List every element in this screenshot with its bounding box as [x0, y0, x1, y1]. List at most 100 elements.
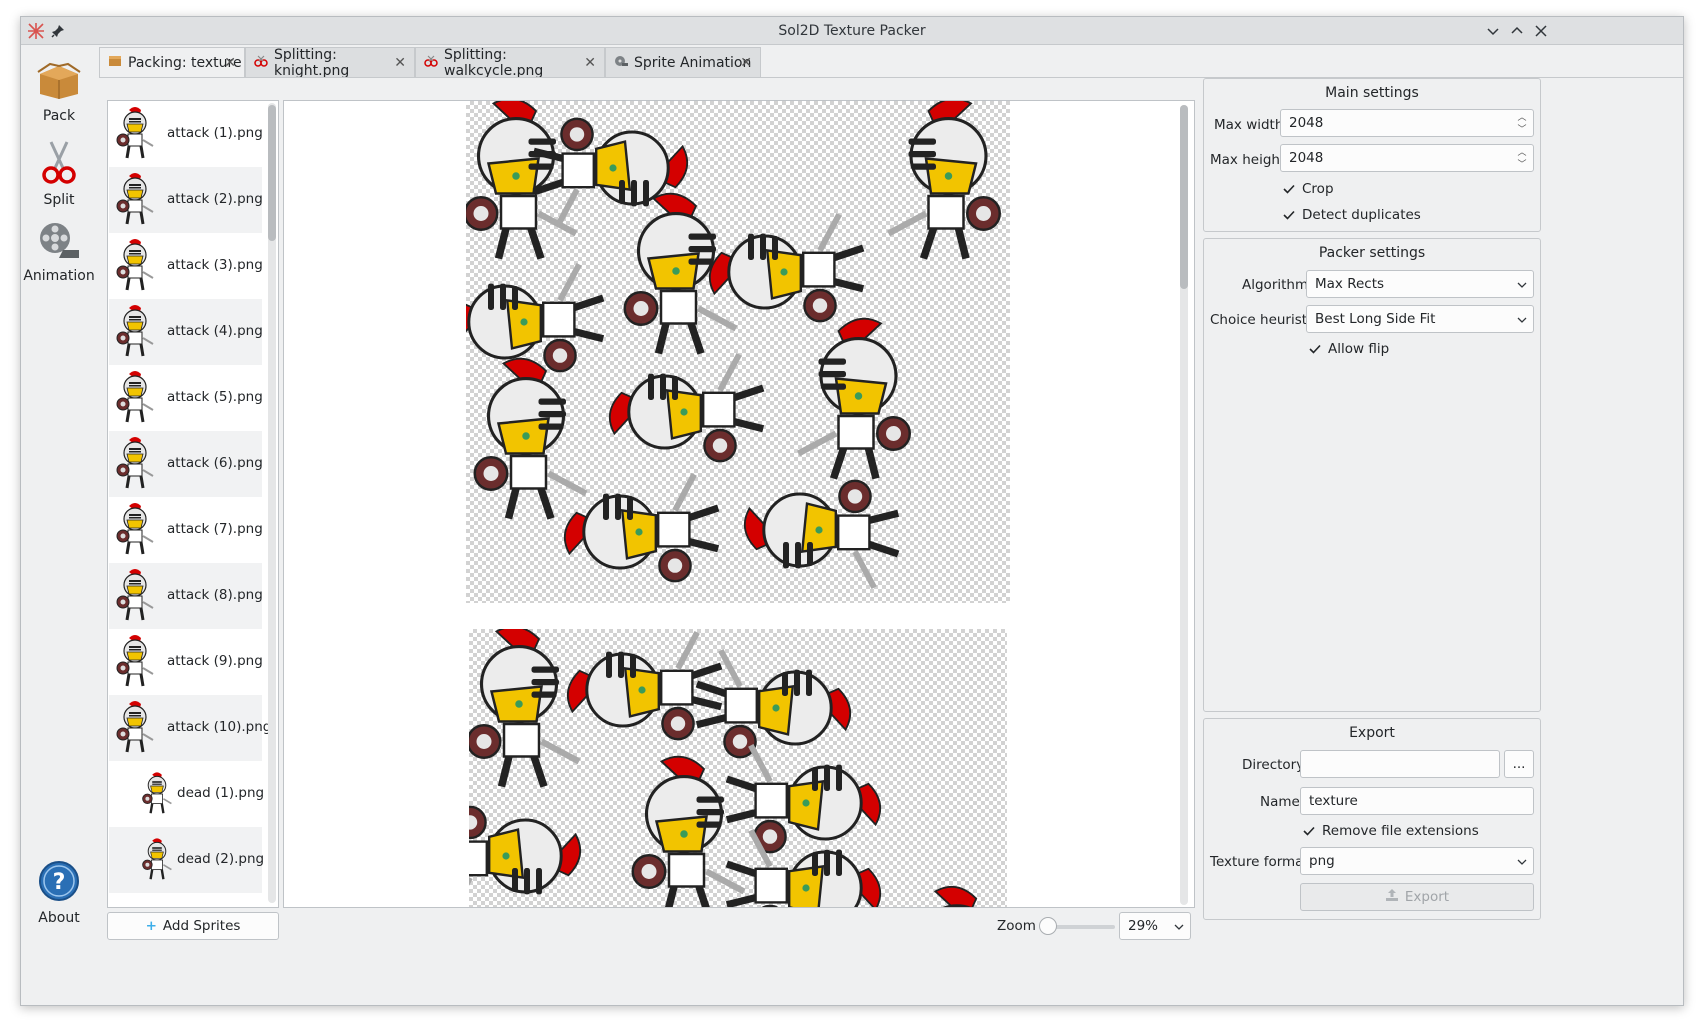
sprite-name: attack (7).png — [167, 521, 263, 537]
close-window-button[interactable] — [1531, 21, 1551, 41]
close-tab-icon[interactable]: ✕ — [224, 55, 236, 71]
plus-icon: + — [145, 918, 157, 934]
sidebar-item-split[interactable]: Split — [25, 134, 93, 214]
list-item[interactable]: attack (2).png — [109, 167, 263, 233]
preview-scrollbar[interactable] — [1180, 105, 1188, 905]
tab-sprite-animation[interactable]: Sprite Animation ✕ — [605, 47, 761, 78]
sidebar-item-about[interactable]: ? About — [25, 854, 93, 934]
tab-bar: Packing: texture ✕ Splitting: knight.png… — [99, 47, 1683, 79]
chevron-down-icon — [1517, 311, 1527, 327]
sprite-name: attack (4).png — [167, 323, 263, 339]
sprite-sheet-image — [469, 629, 1007, 908]
maximize-button[interactable] — [1507, 21, 1527, 41]
checkmark-icon — [1302, 824, 1316, 838]
packed-sprite — [727, 830, 880, 908]
zoom-select[interactable]: 29% — [1119, 912, 1191, 940]
tab-split-walkcycle[interactable]: Splitting: walkcycle.png ✕ — [415, 47, 605, 79]
list-item[interactable]: attack (1).png — [109, 101, 263, 167]
close-tab-icon[interactable]: ✕ — [584, 55, 596, 71]
sidebar: Pack Split Animation ? About — [21, 46, 97, 1006]
sprite-sheet-image — [466, 101, 1010, 603]
crop-label: Crop — [1302, 181, 1334, 197]
checkmark-icon — [1282, 182, 1296, 196]
choice-heuristic-value: Best Long Side Fit — [1315, 311, 1436, 327]
sprite-name: attack (10).png — [167, 719, 272, 735]
list-item[interactable]: attack (6).png — [109, 431, 263, 497]
knight-thumbnail — [115, 435, 155, 492]
sprite-name: attack (6).png — [167, 455, 263, 471]
sprite-name: attack (8).png — [167, 587, 263, 603]
remove-file-extensions-checkbox[interactable]: Remove file extensions — [1302, 823, 1479, 839]
main-settings-group: Main settings Max width 2048 ︿ ﹀ Max heig… — [1203, 78, 1541, 232]
export-group: Export Directory ... Name texture Remove… — [1203, 718, 1541, 920]
spin-arrows-icon[interactable]: ︿ ﹀ — [1515, 112, 1529, 136]
packing-panel: attack (1).png attack (2).png attack (3)… — [99, 77, 1683, 1005]
sprite-list: attack (1).png attack (2).png attack (3)… — [107, 100, 279, 908]
packed-sprite — [469, 807, 580, 908]
window-title: Sol2D Texture Packer — [778, 23, 926, 39]
sprite-name: dead (1).png — [177, 785, 265, 801]
group-title: Main settings — [1325, 85, 1419, 101]
list-item[interactable]: attack (10).png — [109, 695, 271, 761]
texture-format-value: png — [1309, 853, 1335, 869]
packed-sprite — [745, 481, 898, 588]
list-item[interactable]: dead (1).png — [109, 761, 265, 827]
list-item[interactable]: attack (8).png — [109, 563, 263, 629]
knight-thumbnail — [115, 699, 155, 756]
chevron-down-icon — [1174, 918, 1184, 934]
packed-sprite — [469, 629, 579, 787]
list-item[interactable]: attack (4).png — [109, 299, 263, 365]
scrollbar-thumb[interactable] — [268, 105, 276, 241]
knight-thumbnail — [115, 369, 155, 426]
texture-preview[interactable] — [283, 100, 1195, 908]
close-tab-icon[interactable]: ✕ — [394, 55, 406, 71]
max-height-label: Max height — [1210, 152, 1286, 168]
remove-file-extensions-label: Remove file extensions — [1322, 823, 1479, 839]
name-input[interactable]: texture — [1300, 787, 1534, 815]
tab-packing[interactable]: Packing: texture ✕ — [99, 47, 245, 78]
crop-checkbox[interactable]: Crop — [1282, 181, 1334, 197]
list-item[interactable]: attack (9).png — [109, 629, 263, 695]
texture-format-select[interactable]: png — [1300, 847, 1534, 875]
allow-flip-checkbox[interactable]: Allow flip — [1308, 341, 1389, 357]
detect-duplicates-checkbox[interactable]: Detect duplicates — [1282, 207, 1421, 223]
algorithm-select[interactable]: Max Rects — [1306, 270, 1534, 298]
packed-sprite — [610, 354, 763, 461]
directory-input[interactable] — [1300, 750, 1500, 778]
sidebar-item-animation[interactable]: Animation — [23, 214, 95, 294]
zoom-slider-handle[interactable] — [1039, 917, 1057, 935]
list-item[interactable]: attack (3).png — [109, 233, 263, 299]
package-icon — [108, 55, 122, 71]
packed-sprite — [889, 101, 1000, 259]
knight-thumbnail — [115, 501, 155, 558]
choice-heuristic-select[interactable]: Best Long Side Fit — [1306, 305, 1534, 333]
texture-page-1 — [466, 101, 1010, 603]
app-window: Sol2D Texture Packer Pack Split Animatio… — [20, 16, 1684, 1006]
packer-settings-group: Packer settings Algorithm Max Rects Choi… — [1203, 238, 1541, 712]
sprite-list-scrollbar[interactable] — [268, 103, 276, 903]
chevron-down-icon — [1517, 276, 1527, 292]
max-width-spinbox[interactable]: 2048 ︿ ﹀ — [1280, 109, 1534, 137]
texture-page-2 — [469, 629, 1007, 908]
list-item[interactable]: dead (2).png — [109, 827, 264, 893]
scrollbar-thumb[interactable] — [1180, 105, 1188, 289]
spin-arrows-icon[interactable]: ︿ ﹀ — [1515, 147, 1529, 171]
tab-split-knight[interactable]: Splitting: knight.png ✕ — [245, 47, 415, 79]
add-sprites-button[interactable]: + Add Sprites — [107, 912, 279, 940]
tab-label: Sprite Animation — [634, 55, 752, 71]
max-height-spinbox[interactable]: 2048 ︿ ﹀ — [1280, 144, 1534, 172]
minimize-button[interactable] — [1483, 21, 1503, 41]
package-icon — [36, 60, 82, 104]
close-tab-icon[interactable]: ✕ — [740, 55, 752, 71]
film-reel-icon — [614, 55, 628, 71]
packed-sprite — [565, 474, 718, 581]
chevron-down-icon — [1517, 853, 1527, 869]
list-item[interactable]: attack (7).png — [109, 497, 263, 563]
sprite-name: attack (2).png — [167, 191, 263, 207]
knight-thumbnail — [115, 237, 155, 294]
browse-directory-button[interactable]: ... — [1504, 750, 1534, 778]
export-icon — [1385, 889, 1399, 905]
sidebar-item-pack[interactable]: Pack — [25, 54, 93, 134]
list-item[interactable]: attack (5).png — [109, 365, 263, 431]
export-button[interactable]: Export — [1300, 883, 1534, 911]
